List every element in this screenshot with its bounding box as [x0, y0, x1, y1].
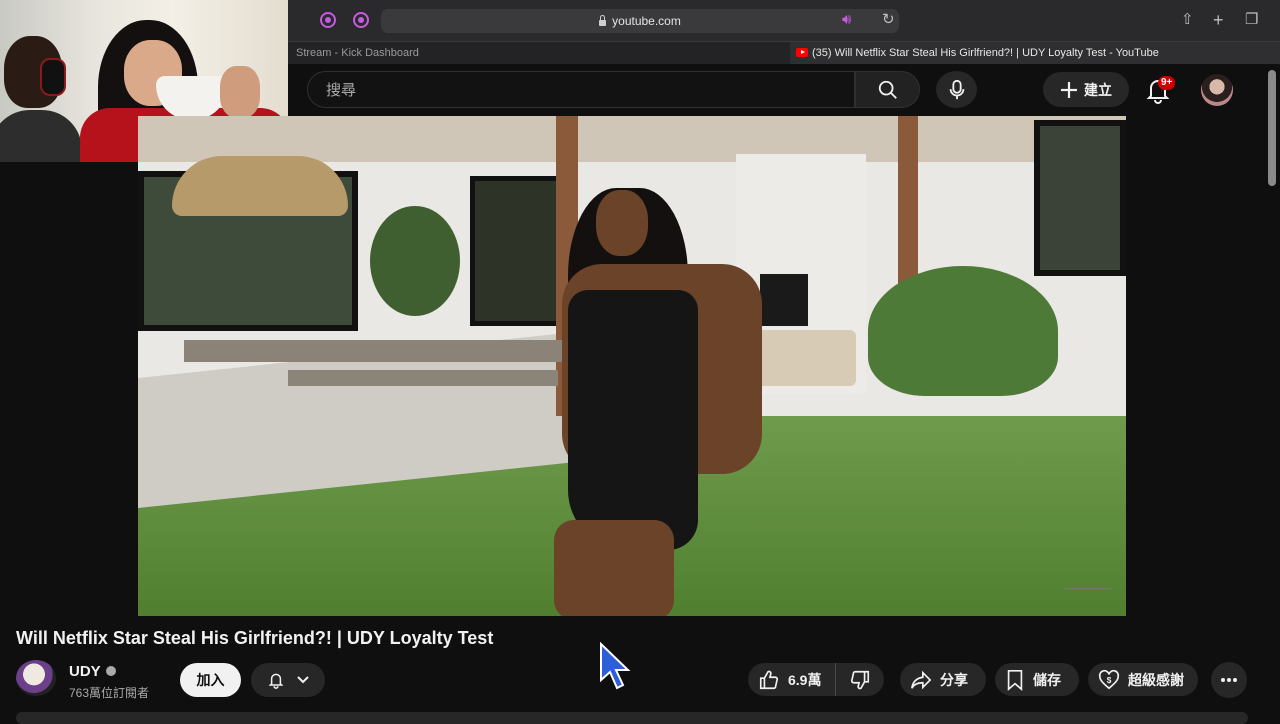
create-label: 建立 — [1084, 81, 1112, 98]
share-icon — [911, 670, 932, 689]
new-tab-icon[interactable]: + — [1213, 10, 1224, 30]
audio-icon[interactable]: 🔊︎ — [842, 10, 851, 30]
like-count: 6.9萬 — [788, 671, 822, 688]
like-dislike-group: 6.9萬 — [748, 663, 884, 696]
bell-icon — [268, 673, 284, 689]
scrollbar[interactable] — [1268, 70, 1276, 186]
svg-text:$: $ — [1107, 675, 1112, 684]
scene-door — [470, 176, 562, 326]
scene-plant — [370, 206, 460, 316]
super-thanks-label: 超級感謝 — [1128, 671, 1184, 688]
dislike-button[interactable] — [836, 663, 884, 696]
chevron-down-icon — [297, 676, 309, 684]
super-thanks-button[interactable]: $ 超級感謝 — [1088, 663, 1198, 696]
youtube-favicon-icon — [796, 48, 808, 57]
more-actions-button[interactable] — [1211, 662, 1247, 698]
search-icon — [878, 80, 897, 99]
scene-person — [596, 190, 648, 256]
scene-person — [568, 290, 698, 550]
plus-icon — [1061, 81, 1077, 98]
search-box[interactable] — [307, 71, 855, 109]
headset — [40, 58, 66, 96]
video-title: Will Netflix Star Steal His Girlfriend?!… — [16, 628, 494, 648]
video-watermark — [1064, 568, 1112, 589]
subscription-bell-button[interactable] — [251, 663, 325, 697]
scene-sofa — [756, 330, 856, 386]
mouse-cursor-icon — [600, 642, 631, 690]
url-text: youtube.com — [612, 14, 681, 28]
scene-table — [184, 340, 564, 362]
reload-icon[interactable]: ↻ — [882, 10, 895, 30]
scene-window — [1034, 120, 1126, 276]
super-thanks-icon: $ — [1098, 669, 1120, 689]
channel-avatar[interactable] — [16, 660, 56, 696]
scene-fireplace — [760, 274, 808, 326]
extension-icon[interactable] — [353, 12, 369, 28]
search-input[interactable] — [324, 72, 828, 109]
share-page-icon[interactable]: ⇧ — [1181, 10, 1194, 30]
more-icon — [1221, 678, 1237, 682]
bookmark-icon — [1007, 669, 1023, 691]
scene-palm — [868, 266, 1058, 396]
hand — [220, 66, 260, 118]
streamer-figure — [0, 110, 82, 162]
video-player[interactable] — [138, 116, 1126, 616]
join-button[interactable]: 加入 — [180, 663, 241, 697]
notification-badge: 9+ — [1158, 76, 1176, 90]
tab-youtube[interactable]: (35) Will Netflix Star Steal His Girlfri… — [790, 42, 1280, 64]
tab-overview-icon[interactable]: ❐ — [1245, 10, 1258, 30]
scene-lamp — [172, 156, 348, 216]
voice-search-button[interactable] — [936, 71, 977, 108]
extension-icon[interactable] — [320, 12, 336, 28]
channel-name[interactable]: UDY — [69, 663, 101, 680]
lock-icon — [599, 15, 607, 26]
address-bar[interactable]: youtube.com — [381, 9, 899, 33]
share-label: 分享 — [940, 671, 968, 688]
save-button[interactable]: 儲存 — [995, 663, 1079, 696]
save-label: 儲存 — [1033, 671, 1061, 688]
share-button[interactable]: 分享 — [900, 663, 986, 696]
scene-person — [554, 520, 674, 616]
thumbs-down-icon — [850, 670, 870, 689]
scene-bench — [288, 370, 558, 386]
mic-icon — [949, 79, 964, 99]
like-button[interactable]: 6.9萬 — [748, 663, 836, 696]
account-avatar[interactable] — [1201, 74, 1233, 106]
subscriber-count: 763萬位訂閱者 — [69, 686, 150, 700]
search-button[interactable] — [855, 71, 920, 108]
tab-kick-dashboard[interactable]: Stream - Kick Dashboard — [288, 42, 790, 64]
create-button[interactable]: 建立 — [1043, 72, 1129, 107]
thumbs-up-icon — [759, 670, 779, 689]
description-box[interactable] — [16, 712, 1248, 724]
verified-icon — [106, 666, 116, 676]
